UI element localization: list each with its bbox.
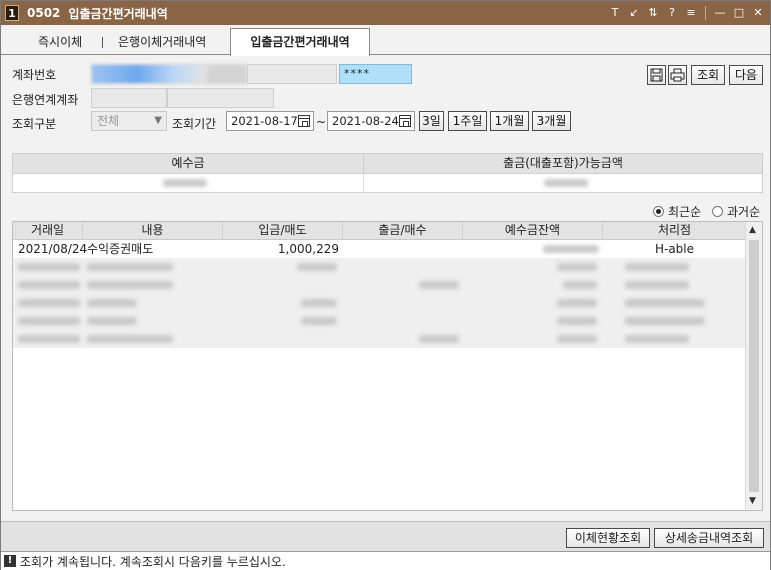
tab-divider — [102, 37, 103, 48]
linked-account-label: 은행연계계좌 — [12, 93, 79, 107]
row-branch: H-able — [654, 242, 695, 256]
col-description[interactable]: 내용 — [83, 222, 223, 240]
maximize-icon[interactable]: □ — [731, 5, 747, 21]
scroll-down-icon[interactable]: ▼ — [749, 496, 756, 506]
scroll-up-icon[interactable]: ▲ — [749, 225, 756, 235]
date-to-field[interactable]: 2021-08-24 — [327, 111, 415, 131]
table-row[interactable] — [13, 276, 746, 294]
tab-simple-transaction-history[interactable]: 입출금간편거래내역 — [230, 28, 370, 56]
table-row[interactable]: 2021/08/24 수익증권매도 1,000,229 H-able — [13, 240, 746, 258]
account-number-field[interactable] — [91, 64, 207, 84]
print-icon — [670, 68, 685, 82]
calendar-icon[interactable] — [399, 115, 411, 127]
linked-account-field — [91, 88, 167, 108]
password-field[interactable]: **** — [339, 64, 412, 84]
date-to-value: 2021-08-24 — [332, 114, 399, 128]
account-holder-field — [247, 64, 337, 84]
help-icon[interactable]: ? — [664, 5, 680, 21]
query-button[interactable]: 조회 — [691, 65, 725, 85]
col-balance[interactable]: 예수금잔액 — [463, 222, 603, 240]
tab-bank-transfer-history[interactable]: 은행이체거래내역 — [118, 33, 206, 50]
row-date: 2021/08/24 — [18, 242, 88, 256]
col-branch[interactable]: 처리점 — [603, 222, 746, 240]
sort-past-radio[interactable]: 과거순 — [712, 203, 760, 220]
close-icon[interactable]: ✕ — [750, 5, 766, 21]
col-date[interactable]: 거래일 — [13, 222, 83, 240]
row-description: 수익증권매도 — [87, 242, 154, 256]
range-1week-button[interactable]: 1주일 — [448, 111, 487, 131]
sort-recent-radio[interactable]: 최근순 — [653, 203, 701, 220]
query-period-label: 조회기간 — [172, 117, 217, 131]
row-deposit: 1,000,229 — [277, 242, 339, 256]
withdrawable-header: 출금(대출포함)가능금액 — [364, 154, 762, 174]
status-bar: ! 조회가 계속됩니다. 계속조회시 다음키를 누르십시오. — [1, 551, 770, 570]
range-3day-button[interactable]: 3일 — [419, 111, 444, 131]
next-button[interactable]: 다음 — [729, 65, 763, 85]
save-button[interactable] — [647, 65, 666, 85]
grid-header: 거래일 내용 입금/매도 출금/매수 예수금잔액 처리점 — [13, 222, 746, 240]
table-row[interactable] — [13, 294, 746, 312]
account-number-label: 계좌번호 — [12, 68, 57, 82]
chevron-down-icon: ▼ — [154, 115, 162, 126]
link-icon[interactable]: ↙ — [626, 5, 642, 21]
app-window: 1 0502 입출금간편거래내역 T ↙ ⇅ ? ≡ — □ ✕ 즉시이체 은행… — [0, 0, 771, 570]
account-name-field — [207, 64, 247, 84]
query-type-select[interactable]: 전체 ▼ — [91, 111, 167, 131]
print-button[interactable] — [668, 65, 687, 85]
balance-summary-table: 예수금 출금(대출포함)가능금액 — [12, 153, 763, 193]
date-from-value: 2021-08-17 — [231, 114, 298, 128]
query-type-label: 조회구분 — [12, 117, 57, 131]
col-deposit-sell[interactable]: 입금/매도 — [223, 222, 343, 240]
detail-remittance-button[interactable]: 상세송금내역조회 — [654, 528, 764, 548]
range-3month-button[interactable]: 3개월 — [532, 111, 571, 131]
screen-code: 0502 — [27, 6, 61, 20]
date-range-separator: ~ — [316, 115, 327, 129]
window-number-badge: 1 — [5, 5, 19, 21]
linked-account-name-field — [167, 88, 274, 108]
deposit-value — [13, 174, 364, 193]
table-row[interactable] — [13, 330, 746, 348]
transfer-status-button[interactable]: 이체현황조회 — [566, 528, 650, 548]
radio-unchecked-icon — [712, 206, 723, 217]
status-message: 조회가 계속됩니다. 계속조회시 다음키를 누르십시오. — [20, 554, 286, 569]
col-withdraw-buy[interactable]: 출금/매수 — [343, 222, 463, 240]
title-bar: 1 0502 입출금간편거래내역 T ↙ ⇅ ? ≡ — □ ✕ — [1, 1, 770, 25]
calendar-icon[interactable] — [298, 115, 310, 127]
swap-icon[interactable]: ⇅ — [645, 5, 661, 21]
scroll-thumb[interactable] — [749, 240, 759, 492]
sort-past-label: 과거순 — [727, 205, 761, 219]
table-row[interactable] — [13, 312, 746, 330]
alert-icon: ! — [4, 555, 16, 567]
grid-vertical-scrollbar[interactable]: ▲ ▼ — [745, 222, 762, 510]
sort-recent-label: 최근순 — [668, 205, 702, 219]
date-from-field[interactable]: 2021-08-17 — [226, 111, 314, 131]
menu-icon[interactable]: ≡ — [683, 5, 699, 21]
window-title: 입출금간편거래내역 — [68, 6, 168, 21]
query-type-value: 전체 — [97, 114, 120, 128]
tab-bar: 즉시이체 은행이체거래내역 입출금간편거래내역 — [1, 25, 770, 56]
withdrawable-value — [364, 174, 762, 193]
font-size-icon[interactable]: T — [607, 5, 623, 21]
deposit-header: 예수금 — [13, 154, 364, 174]
save-icon — [650, 68, 663, 82]
title-divider — [705, 6, 706, 20]
transaction-grid: 거래일 내용 입금/매도 출금/매수 예수금잔액 처리점 2021/08/24 … — [12, 221, 763, 511]
minimize-icon[interactable]: — — [712, 5, 728, 21]
table-row[interactable] — [13, 258, 746, 276]
radio-checked-icon — [653, 206, 664, 217]
range-1month-button[interactable]: 1개월 — [490, 111, 529, 131]
tab-instant-transfer[interactable]: 즉시이체 — [38, 33, 82, 50]
